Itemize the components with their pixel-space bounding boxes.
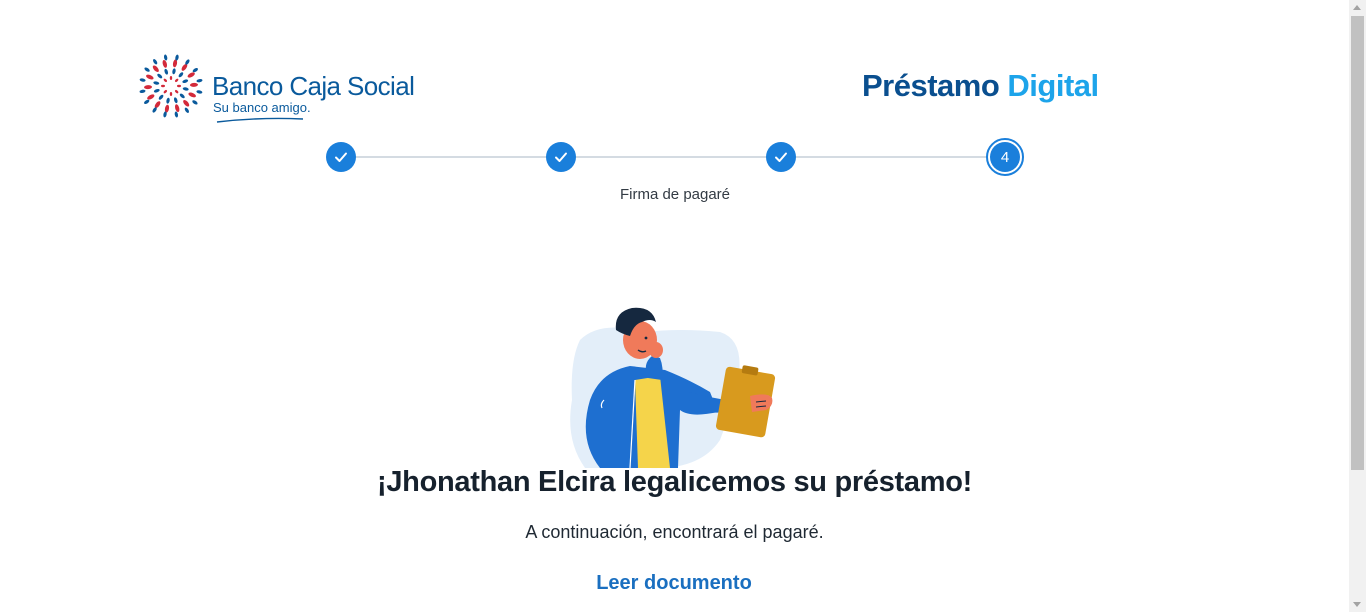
product-title-accent: Digital [1007,68,1099,103]
bank-logo[interactable]: Banco Caja Social Su banco amigo. [139,54,419,124]
scrollbar-thumb[interactable] [1351,16,1364,470]
step-1-completed [326,142,356,172]
step-2-completed [546,142,576,172]
step-3-completed [766,142,796,172]
page-subtext: A continuación, encontrará el pagaré. [525,522,824,542]
vertical-scrollbar[interactable] [1349,0,1366,612]
page: Banco Caja Social Su banco amigo. Présta… [0,0,1366,612]
sunburst-logo-icon [139,54,203,118]
check-icon [775,152,787,162]
product-title: Préstamo Digital [862,68,1099,104]
bank-name: Banco Caja Social [212,71,415,101]
person-clipboard-illustration [570,307,776,469]
scroll-down-arrow-icon[interactable] [1353,602,1361,607]
check-icon [555,152,567,162]
check-icon [335,152,347,162]
bank-tagline: Su banco amigo. [213,100,311,115]
stepper-track [340,156,1005,158]
tagline-swoosh-icon [216,117,304,123]
step-4-number: 4 [990,142,1020,172]
step-4-current: 4 [986,138,1024,176]
read-document-link[interactable]: Leer documento [574,572,774,595]
product-title-main: Préstamo [862,68,1000,103]
scroll-up-arrow-icon[interactable] [1353,5,1361,10]
page-headline: ¡Jhonathan Elcira legalicemos su préstam… [377,466,972,498]
current-step-label: Firma de pagaré [619,186,731,203]
